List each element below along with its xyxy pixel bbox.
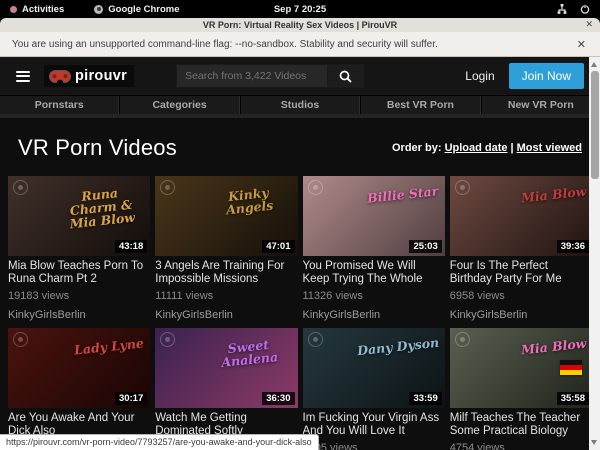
- page-title: VR Porn Videos: [18, 135, 392, 161]
- thumbnail-overlay-text: Mia Blow: [520, 337, 586, 357]
- video-title-link[interactable]: Mia Blow Teaches Porn To Runa Charm Pt 2: [8, 260, 150, 286]
- scroll-up-arrow-icon[interactable]: [591, 62, 597, 67]
- login-link[interactable]: Login: [465, 69, 494, 83]
- video-title-link[interactable]: Four Is The Perfect Birthday Party For M…: [450, 260, 592, 286]
- view-count: 8705 views: [303, 442, 445, 450]
- view-count: 11111 views: [155, 290, 297, 303]
- video-thumbnail[interactable]: Sweet Analena 36:30: [155, 328, 297, 408]
- duration-badge: 43:18: [115, 240, 147, 253]
- clock[interactable]: Sep 7 20:25: [0, 4, 600, 15]
- thumbnail-overlay-text: Dany Dyson: [356, 336, 439, 358]
- video-card: Mia Blow 39:36 Four Is The Perfect Birth…: [450, 176, 592, 322]
- video-card: Sweet Analena 36:30 Watch Me Getting Dom…: [155, 328, 297, 450]
- scroll-down-arrow-icon[interactable]: [591, 440, 597, 445]
- nav-item-studios[interactable]: Studios: [240, 96, 360, 114]
- thumbnail-overlay-text: Runa Charm & Mia Blow: [56, 184, 146, 232]
- studio-watermark-icon: [308, 180, 323, 195]
- view-count: 11326 views: [303, 290, 445, 303]
- order-link-most-viewed[interactable]: Most viewed: [517, 142, 582, 154]
- video-thumbnail[interactable]: Lady Lyne 30:17: [8, 328, 150, 408]
- studio-link[interactable]: KinkyGirlsBerlin: [450, 309, 592, 322]
- studio-watermark-icon: [455, 180, 470, 195]
- duration-badge: 30:17: [115, 392, 147, 405]
- video-title-link[interactable]: 3 Angels Are Training For Impossible Mis…: [155, 260, 297, 286]
- search-button[interactable]: [328, 64, 364, 88]
- infobar-close-icon[interactable]: ✕: [575, 38, 588, 51]
- studio-watermark-icon: [308, 332, 323, 347]
- thumbnail-overlay-text: Kinky Angels: [204, 184, 292, 219]
- video-title-link[interactable]: You Promised We Will Keep Trying The Who…: [303, 260, 445, 286]
- video-thumbnail[interactable]: Mia Blow 39:36: [450, 176, 592, 256]
- order-link-upload-date[interactable]: Upload date: [445, 142, 508, 154]
- duration-badge: 36:30: [262, 392, 294, 405]
- nav-item-best-vr-porn[interactable]: Best VR Porn: [360, 96, 480, 114]
- tab-close-icon[interactable]: ✕: [585, 19, 593, 30]
- studio-watermark-icon: [160, 180, 175, 195]
- duration-badge: 47:01: [262, 240, 294, 253]
- nav-item-categories[interactable]: Categories: [119, 96, 239, 114]
- vertical-scrollbar[interactable]: [589, 57, 600, 450]
- german-flag-icon: [560, 360, 582, 375]
- video-title-link[interactable]: Milf Teaches The Teacher Some Practical …: [450, 412, 592, 438]
- studio-link[interactable]: KinkyGirlsBerlin: [8, 309, 150, 322]
- studio-watermark-icon: [13, 332, 28, 347]
- video-grid: Runa Charm & Mia Blow 43:18 Mia Blow Tea…: [0, 176, 600, 450]
- search-input[interactable]: [176, 64, 328, 88]
- studio-link[interactable]: KinkyGirlsBerlin: [303, 309, 445, 322]
- view-count: 19183 views: [8, 290, 150, 303]
- main-nav: PornstarsCategoriesStudiosBest VR PornNe…: [0, 95, 600, 118]
- page-content: pirouvr Login Join Now PornstarsCategori…: [0, 57, 600, 450]
- duration-badge: 25:03: [409, 240, 441, 253]
- thumbnail-overlay-text: Lady Lyne: [74, 336, 145, 356]
- order-by-label: Order by:: [392, 142, 442, 154]
- logo-text: pirouvr: [75, 68, 127, 84]
- infobar-message: You are using an unsupported command-lin…: [12, 39, 575, 50]
- video-card: Billie Star 25:03 You Promised We Will K…: [303, 176, 445, 322]
- hamburger-menu-icon[interactable]: [16, 71, 30, 82]
- vr-goggles-icon: [49, 70, 71, 83]
- video-thumbnail[interactable]: Billie Star 25:03: [303, 176, 445, 256]
- video-card: Dany Dyson 33:59 Im Fucking Your Virgin …: [303, 328, 445, 450]
- search-icon: [339, 70, 352, 83]
- search-group: [176, 64, 364, 88]
- duration-badge: 33:59: [409, 392, 441, 405]
- studio-watermark-icon: [455, 332, 470, 347]
- tab-title: VR Porn: Virtual Reality Sex Videos | Pi…: [203, 20, 397, 30]
- video-thumbnail[interactable]: Dany Dyson 33:59: [303, 328, 445, 408]
- studio-watermark-icon: [160, 332, 175, 347]
- video-card: Runa Charm & Mia Blow 43:18 Mia Blow Tea…: [8, 176, 150, 322]
- duration-badge: 39:36: [557, 240, 589, 253]
- video-card: Lady Lyne 30:17 Are You Awake And Your D…: [8, 328, 150, 450]
- video-thumbnail[interactable]: Mia Blow 35:58: [450, 328, 592, 408]
- join-now-button[interactable]: Join Now: [509, 63, 584, 89]
- browser-tab-bar[interactable]: VR Porn: Virtual Reality Sex Videos | Pi…: [0, 18, 600, 32]
- status-bar-url: https://pirouvr.com/vr-porn-video/779325…: [0, 434, 319, 450]
- video-card: Mia Blow 35:58 Milf Teaches The Teacher …: [450, 328, 592, 450]
- video-title-link[interactable]: Im Fucking Your Virgin Ass And You Will …: [303, 412, 445, 438]
- video-thumbnail[interactable]: Runa Charm & Mia Blow 43:18: [8, 176, 150, 256]
- thumbnail-overlay-text: Billie Star: [367, 184, 439, 204]
- thumbnail-overlay-text: Sweet Analena: [204, 336, 292, 371]
- view-count: 4754 views: [450, 442, 592, 450]
- scrollbar-thumb[interactable]: [591, 71, 599, 179]
- video-thumbnail[interactable]: Kinky Angels 47:01: [155, 176, 297, 256]
- video-card: Kinky Angels 47:01 3 Angels Are Training…: [155, 176, 297, 322]
- site-header: pirouvr Login Join Now: [0, 57, 600, 95]
- chrome-infobar: You are using an unsupported command-lin…: [0, 32, 600, 57]
- view-count: 6958 views: [450, 290, 592, 303]
- nav-item-new-vr-porn[interactable]: New VR Porn: [481, 96, 600, 114]
- order-by: Order by: Upload date|Most viewed: [392, 142, 582, 154]
- studio-link[interactable]: KinkyGirlsBerlin: [155, 309, 297, 322]
- duration-badge: 35:58: [557, 392, 589, 405]
- site-logo[interactable]: pirouvr: [44, 65, 134, 87]
- studio-watermark-icon: [13, 180, 28, 195]
- system-top-bar: Activities Google Chrome Sep 7 20:25: [0, 0, 600, 18]
- nav-item-pornstars[interactable]: Pornstars: [0, 96, 119, 114]
- thumbnail-overlay-text: Mia Blow: [520, 185, 586, 205]
